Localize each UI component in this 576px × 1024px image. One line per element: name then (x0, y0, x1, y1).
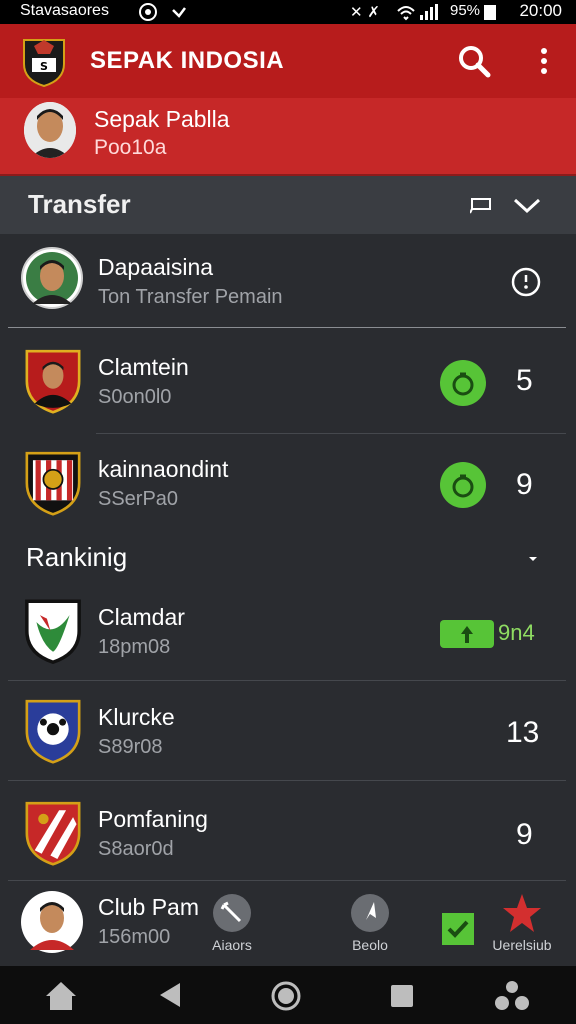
ranking-row[interactable]: Klurcke S89r08 13 (0, 684, 576, 784)
player-avatar (21, 891, 83, 953)
row-title: Dapaaisina (98, 254, 214, 280)
recents-icon[interactable] (388, 982, 416, 1010)
row-value: 5 (516, 364, 533, 397)
divider (96, 433, 566, 434)
info-icon[interactable] (510, 266, 542, 298)
profile-subtitle: Poo10a (94, 136, 167, 159)
tab-uerelsiub[interactable]: Uerelsiub (488, 892, 556, 953)
ranking-row[interactable]: Pomfaning S8aor0d 9 (0, 786, 576, 886)
notification-icon (172, 7, 186, 18)
transfer-row[interactable]: Clamtein S0on0l0 5 (0, 334, 576, 434)
row-subtitle: S8aor0d (98, 838, 174, 860)
tab-label: Uerelsiub (492, 937, 552, 953)
whatsapp-icon (139, 3, 157, 21)
profile-name: Sepak Pablla (94, 106, 230, 132)
assistant-icon[interactable] (492, 978, 532, 1014)
club-crest-icon (25, 451, 81, 516)
app-bar: S SEPAK INDOSIA (0, 24, 576, 98)
row-subtitle: Ton Transfer Pemain (98, 286, 283, 308)
player-avatar (21, 247, 83, 309)
tab-label: Beolo (352, 937, 388, 953)
battery-percent: 95% (450, 2, 481, 19)
home-circle-icon[interactable] (270, 980, 302, 1012)
row-value: 9 (516, 468, 533, 501)
row-subtitle: SSerPa0 (98, 488, 179, 510)
row-subtitle: 18pm08 (98, 636, 171, 658)
status-time: 20:00 (519, 1, 562, 20)
badge-icon[interactable] (440, 360, 486, 406)
signal-icons: ✕ ✗ (350, 3, 438, 21)
row-title: Clamtein (98, 354, 189, 380)
tab-beolo[interactable]: Beolo (344, 892, 396, 953)
svg-text:S: S (40, 60, 48, 73)
battery-icon (484, 5, 496, 20)
search-icon[interactable] (455, 42, 493, 80)
divider (8, 780, 566, 781)
club-crest-icon (25, 599, 81, 664)
divider (8, 327, 566, 328)
back-icon[interactable] (156, 980, 184, 1010)
tab-check[interactable] (440, 912, 476, 949)
transfer-row[interactable]: Dapaaisina Ton Transfer Pemain (0, 234, 576, 334)
status-bar: Stavasaores ✕ ✗ 95% 20:00 (0, 0, 576, 24)
app-logo-icon: S (23, 39, 65, 88)
transfer-section-header[interactable]: Transfer (0, 176, 576, 234)
row-value: 13 (506, 716, 540, 749)
tab-aiaors[interactable]: Aiaors (206, 892, 258, 953)
svg-text:✕ ✗: ✕ ✗ (350, 3, 380, 21)
trend-up-badge (440, 620, 494, 648)
row-subtitle: S89r08 (98, 736, 163, 758)
row-value: 9n4 (498, 620, 535, 645)
avatar (24, 102, 76, 158)
home-icon[interactable] (44, 980, 78, 1012)
compass-icon (351, 894, 389, 932)
row-title: Clamdar (98, 604, 185, 630)
system-nav-bar (0, 966, 576, 1024)
row-title: Pomfaning (98, 806, 208, 832)
divider (8, 680, 566, 681)
profile-card[interactable]: Sepak Pablla Poo10a (0, 98, 576, 176)
ranking-section-title: Rankinig (26, 542, 128, 572)
transfer-row[interactable]: kainnaondint SSerPa0 9 (0, 436, 576, 536)
status-carrier: Stavasaores (20, 2, 109, 19)
club-crest-icon (25, 801, 81, 866)
tab-label: Aiaors (212, 937, 252, 953)
chevron-down-icon[interactable] (512, 194, 542, 216)
transfer-section-title: Transfer (28, 189, 131, 219)
row-title: Club Pam (98, 894, 199, 920)
badge-icon[interactable] (440, 462, 486, 508)
row-value: 9 (516, 818, 533, 851)
ranking-row[interactable]: Clamdar 18pm08 9n4 (0, 584, 576, 684)
star-icon (503, 894, 541, 932)
caret-down-icon[interactable] (526, 554, 540, 564)
tool-icon (213, 894, 251, 932)
message-icon[interactable] (470, 196, 492, 214)
app-title: SEPAK INDOSIA (90, 47, 285, 74)
club-crest-icon (25, 349, 81, 414)
club-crest-icon (25, 699, 81, 764)
row-title: kainnaondint (98, 456, 229, 482)
check-icon (442, 913, 474, 945)
row-subtitle: S0on0l0 (98, 386, 172, 408)
more-options-icon[interactable] (530, 42, 558, 80)
row-title: Klurcke (98, 704, 175, 730)
row-subtitle: 156m00 (98, 926, 171, 948)
